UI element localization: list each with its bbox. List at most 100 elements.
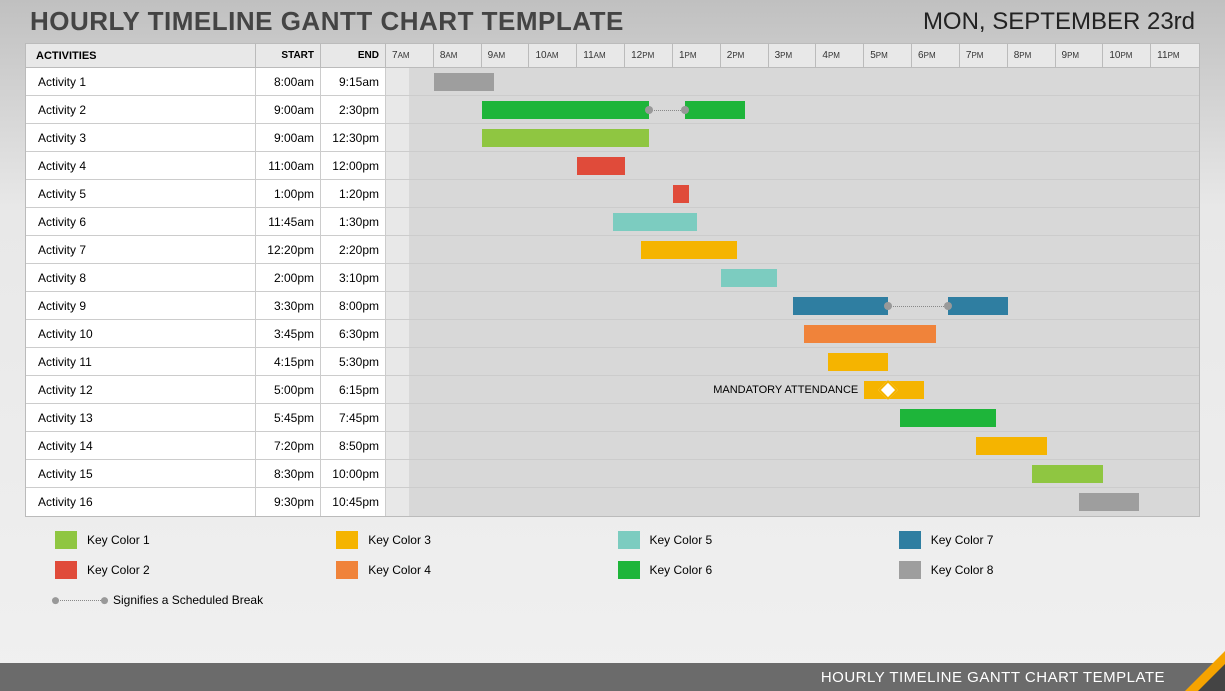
hour-label: 10PM [1103,44,1151,67]
activity-end: 10:00pm [321,460,386,487]
hour-label: 9AM [482,44,530,67]
activity-end: 1:30pm [321,208,386,235]
activity-row: Activity 147:20pm8:50pm [26,432,1199,460]
activity-row: Activity 135:45pm7:45pm [26,404,1199,432]
legend-swatch [55,561,77,579]
activity-name: Activity 14 [26,432,256,459]
gantt-bar [482,101,649,119]
activity-bars [386,124,1199,151]
gantt-bar [804,325,936,343]
break-line [888,306,948,307]
chart-header: ACTIVITIES START END 7AM8AM9AM10AM11AM12… [26,44,1199,68]
hour-label: 9PM [1056,44,1104,67]
legend-item: Key Color 6 [618,561,889,579]
hour-label: 1PM [673,44,721,67]
footer: HOURLY TIMELINE GANTT CHART TEMPLATE [0,663,1225,691]
activity-end: 6:15pm [321,376,386,403]
activity-start: 9:00am [256,96,321,123]
activity-end: 8:00pm [321,292,386,319]
legend-swatch [336,561,358,579]
activity-end: 10:45pm [321,488,386,516]
activity-start: 3:45pm [256,320,321,347]
page-title: HOURLY TIMELINE GANTT CHART TEMPLATE [30,6,624,37]
activity-row: Activity 51:00pm1:20pm [26,180,1199,208]
hour-label: 5PM [864,44,912,67]
activity-start: 8:30pm [256,460,321,487]
col-start: START [256,44,321,67]
activity-end: 8:50pm [321,432,386,459]
activity-bars [386,208,1199,235]
activity-row: Activity 39:00am12:30pm [26,124,1199,152]
gantt-bar [828,353,888,371]
activity-end: 12:30pm [321,124,386,151]
activity-end: 12:00pm [321,152,386,179]
activity-start: 2:00pm [256,264,321,291]
activity-end: 1:20pm [321,180,386,207]
activity-row: Activity 611:45am1:30pm [26,208,1199,236]
legend-item: Key Color 5 [618,531,889,549]
activity-row: Activity 712:20pm2:20pm [26,236,1199,264]
break-line [649,110,685,111]
hour-label: 12PM [625,44,673,67]
legend-item: Key Color 1 [55,531,326,549]
gantt-bar [1079,493,1139,511]
header: HOURLY TIMELINE GANTT CHART TEMPLATE MON… [0,0,1225,43]
break-line-icon [55,600,105,601]
legend-item: Key Color 7 [899,531,1170,549]
activity-end: 7:45pm [321,404,386,431]
hour-label: 10AM [529,44,577,67]
gantt-bar [434,73,494,91]
activity-name: Activity 1 [26,68,256,95]
activity-start: 9:30pm [256,488,321,516]
activity-name: Activity 8 [26,264,256,291]
hour-label: 7PM [960,44,1008,67]
activity-bars: MANDATORY ATTENDANCE [386,376,1199,403]
legend-swatch [899,531,921,549]
activity-start: 8:00am [256,68,321,95]
activity-name: Activity 11 [26,348,256,375]
gantt-bar [793,297,889,315]
activity-end: 2:30pm [321,96,386,123]
footer-title: HOURLY TIMELINE GANTT CHART TEMPLATE [821,669,1165,686]
gantt-bar [613,213,697,231]
activity-row: Activity 93:30pm8:00pm [26,292,1199,320]
gantt-bar [482,129,649,147]
activity-start: 9:00am [256,124,321,151]
legend-swatch [55,531,77,549]
hour-label: 8AM [434,44,482,67]
hour-label: 11AM [577,44,625,67]
activity-start: 5:45pm [256,404,321,431]
legend-label: Key Color 8 [931,563,994,577]
col-activities: ACTIVITIES [26,44,256,67]
legend-label: Key Color 5 [650,533,713,547]
gantt-bar [976,437,1048,455]
activity-end: 9:15am [321,68,386,95]
activity-start: 11:00am [256,152,321,179]
gantt-bar [948,297,1008,315]
gantt-bar [673,185,689,203]
legend-swatch [618,561,640,579]
activity-name: Activity 3 [26,124,256,151]
activity-name: Activity 2 [26,96,256,123]
hour-label: 8PM [1008,44,1056,67]
activity-bars [386,292,1199,319]
activity-bars [386,264,1199,291]
gantt-bar [685,101,745,119]
activity-bars [386,460,1199,487]
page-date: MON, SEPTEMBER 23rd [923,8,1195,36]
activity-start: 12:20pm [256,236,321,263]
activity-row: Activity 411:00am12:00pm [26,152,1199,180]
legend-label: Key Color 1 [87,533,150,547]
activity-row: Activity 169:30pm10:45pm [26,488,1199,516]
activity-row: Activity 18:00am9:15am [26,68,1199,96]
activity-row: Activity 114:15pm5:30pm [26,348,1199,376]
activity-start: 3:30pm [256,292,321,319]
col-end: END [321,44,386,67]
gantt-bar [1032,465,1104,483]
legend-label: Key Color 6 [650,563,713,577]
activity-name: Activity 10 [26,320,256,347]
legend-item: Key Color 4 [336,561,607,579]
legend-item: Key Color 3 [336,531,607,549]
activity-name: Activity 16 [26,488,256,516]
activity-end: 6:30pm [321,320,386,347]
